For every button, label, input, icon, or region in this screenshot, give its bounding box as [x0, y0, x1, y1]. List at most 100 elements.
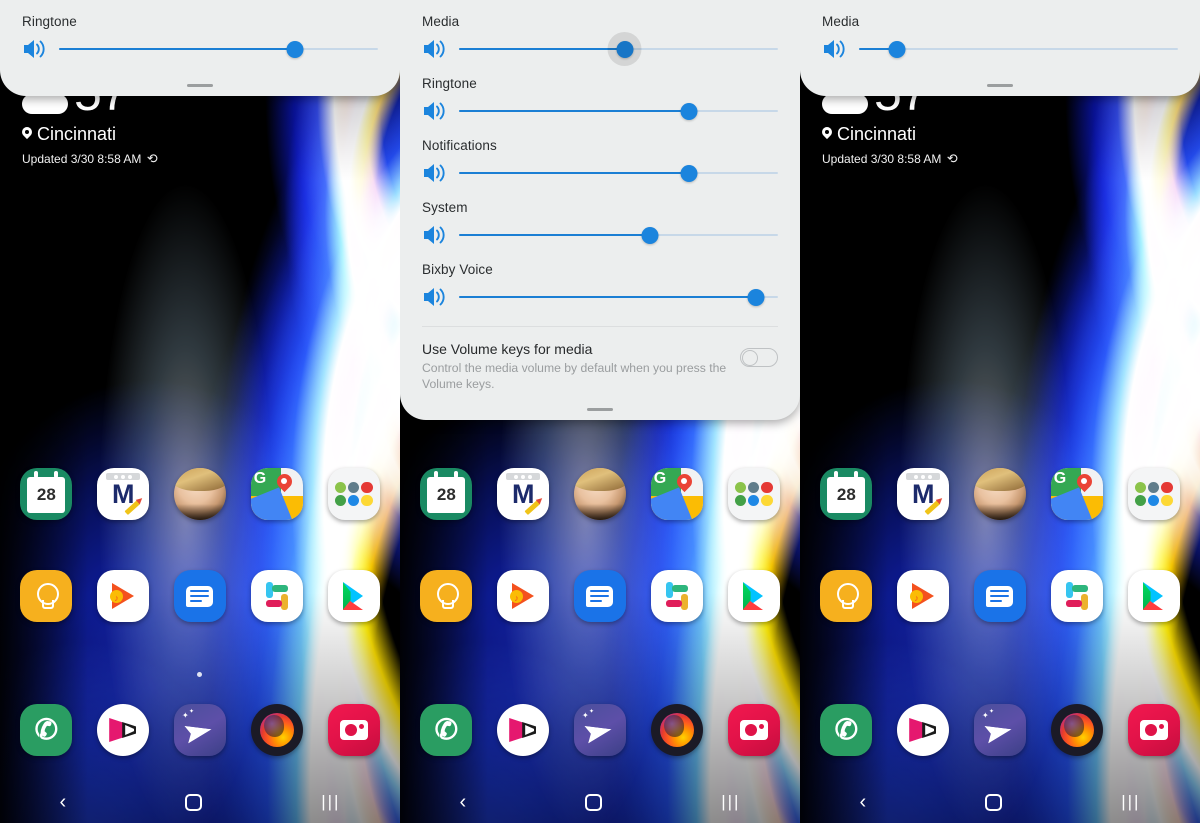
app-calendar[interactable]: 28 [820, 468, 873, 520]
slider-thumb[interactable] [616, 40, 634, 58]
refresh-icon[interactable]: ⟳ [947, 151, 958, 167]
app-folder[interactable] [1127, 468, 1180, 520]
app-contact-photo[interactable] [173, 468, 226, 520]
home-square-icon[interactable] [985, 793, 1003, 811]
volume-slider-media[interactable] [422, 36, 778, 62]
panel-grabber[interactable] [987, 84, 1013, 87]
use-volume-keys-setting[interactable]: Use Volume keys for media Control the me… [422, 327, 778, 400]
slider-track[interactable] [59, 38, 378, 60]
dock-firefox[interactable] [250, 704, 303, 756]
slider-thumb[interactable] [747, 288, 765, 306]
dock-photos[interactable] [497, 704, 550, 756]
slider-thumb[interactable] [286, 40, 304, 58]
slider-track[interactable] [459, 162, 778, 184]
volume-slider-notifications[interactable] [422, 160, 778, 186]
dock-email[interactable]: ✦ ✦ [173, 704, 226, 756]
dock-phone[interactable]: ✆ [820, 704, 873, 756]
messages-icon [173, 570, 226, 622]
mail-pencil-icon: M [897, 468, 950, 520]
app-google-maps[interactable]: G [650, 468, 703, 520]
dock-firefox[interactable] [650, 704, 703, 756]
slider-track[interactable] [459, 224, 778, 246]
app-play-music[interactable]: ♪ [97, 570, 150, 622]
app-keep-notes[interactable] [20, 570, 73, 622]
volume-slider-ringtone[interactable] [422, 98, 778, 124]
dock-email[interactable]: ✦ ✦ [973, 704, 1026, 756]
back-chevron-icon[interactable]: ‹ [460, 792, 467, 812]
folder-icon [327, 468, 380, 520]
lightbulb-icon [820, 570, 873, 622]
slider-thumb[interactable] [888, 40, 906, 58]
slider-track[interactable] [459, 38, 778, 60]
app-calendar[interactable]: 28 [20, 468, 73, 520]
camera-icon [327, 704, 380, 756]
slider-track[interactable] [459, 100, 778, 122]
app-keep-notes[interactable] [820, 570, 873, 622]
recents-bars-icon[interactable]: ||| [721, 792, 740, 812]
volume-slider-ringtone[interactable] [22, 36, 378, 62]
dock-row: ✆ ✦ ✦ [0, 704, 400, 756]
slider-track[interactable] [459, 286, 778, 308]
maps-icon: G [250, 468, 303, 520]
app-google-maps[interactable]: G [1050, 468, 1103, 520]
calendar-day: 28 [427, 477, 466, 513]
app-messages[interactable] [573, 570, 626, 622]
back-chevron-icon[interactable]: ‹ [60, 792, 67, 812]
app-play-store[interactable] [727, 570, 780, 622]
app-google-maps[interactable]: G [250, 468, 303, 520]
messages-icon [973, 570, 1026, 622]
app-slack[interactable] [1050, 570, 1103, 622]
dock-email[interactable]: ✦ ✦ [573, 704, 626, 756]
slider-thumb[interactable] [680, 164, 698, 182]
app-play-store[interactable] [327, 570, 380, 622]
recents-bars-icon[interactable]: ||| [1121, 792, 1140, 812]
use-volume-keys-toggle[interactable] [740, 348, 778, 367]
app-contact-photo[interactable] [973, 468, 1026, 520]
app-messages[interactable] [973, 570, 1026, 622]
app-messages[interactable] [173, 570, 226, 622]
volume-panel-expanded[interactable]: Media Ringtone Notifications System Bixb… [400, 0, 800, 420]
app-folder[interactable] [727, 468, 780, 520]
app-row-1: 28 M G [0, 468, 400, 520]
app-play-store[interactable] [1127, 570, 1180, 622]
refresh-icon[interactable]: ⟳ [147, 151, 158, 167]
volume-slider-media[interactable] [822, 36, 1178, 62]
slider-thumb[interactable] [641, 226, 659, 244]
dock-firefox[interactable] [1050, 704, 1103, 756]
app-gmail-notes[interactable]: M [497, 468, 550, 520]
calendar-day: 28 [27, 477, 66, 513]
home-square-icon[interactable] [585, 793, 603, 811]
slider-thumb[interactable] [680, 102, 698, 120]
dock-photos[interactable] [897, 704, 950, 756]
dock-phone[interactable]: ✆ [20, 704, 73, 756]
app-gmail-notes[interactable]: M [97, 468, 150, 520]
weather-updated: Updated 3/30 8:58 AM ⟳ [822, 150, 959, 167]
dock-camera[interactable] [727, 704, 780, 756]
volume-slider-bixby-voice[interactable] [422, 284, 778, 310]
volume-row-ringtone: Ringtone [422, 76, 778, 124]
app-calendar[interactable]: 28 [420, 468, 473, 520]
dock-camera[interactable] [1127, 704, 1180, 756]
app-folder[interactable] [327, 468, 380, 520]
home-square-icon[interactable] [185, 793, 203, 811]
panel-grabber[interactable] [587, 408, 613, 411]
app-gmail-notes[interactable]: M [897, 468, 950, 520]
app-slack[interactable] [650, 570, 703, 622]
slider-track[interactable] [859, 38, 1178, 60]
app-keep-notes[interactable] [420, 570, 473, 622]
volume-panel[interactable]: Ringtone [0, 0, 400, 96]
app-play-music[interactable]: ♪ [497, 570, 550, 622]
app-play-music[interactable]: ♪ [897, 570, 950, 622]
app-contact-photo[interactable] [573, 468, 626, 520]
dock-camera[interactable] [327, 704, 380, 756]
volume-panel[interactable]: Media [800, 0, 1200, 96]
volume-slider-system[interactable] [422, 222, 778, 248]
recents-bars-icon[interactable]: ||| [321, 792, 340, 812]
back-chevron-icon[interactable]: ‹ [860, 792, 867, 812]
home-app-grid: 28 M G ♪ [0, 468, 400, 622]
app-slack[interactable] [250, 570, 303, 622]
dock-photos[interactable] [97, 704, 150, 756]
dock-row: ✆ ✦ ✦ [400, 704, 800, 756]
dock-phone[interactable]: ✆ [420, 704, 473, 756]
panel-grabber[interactable] [187, 84, 213, 87]
